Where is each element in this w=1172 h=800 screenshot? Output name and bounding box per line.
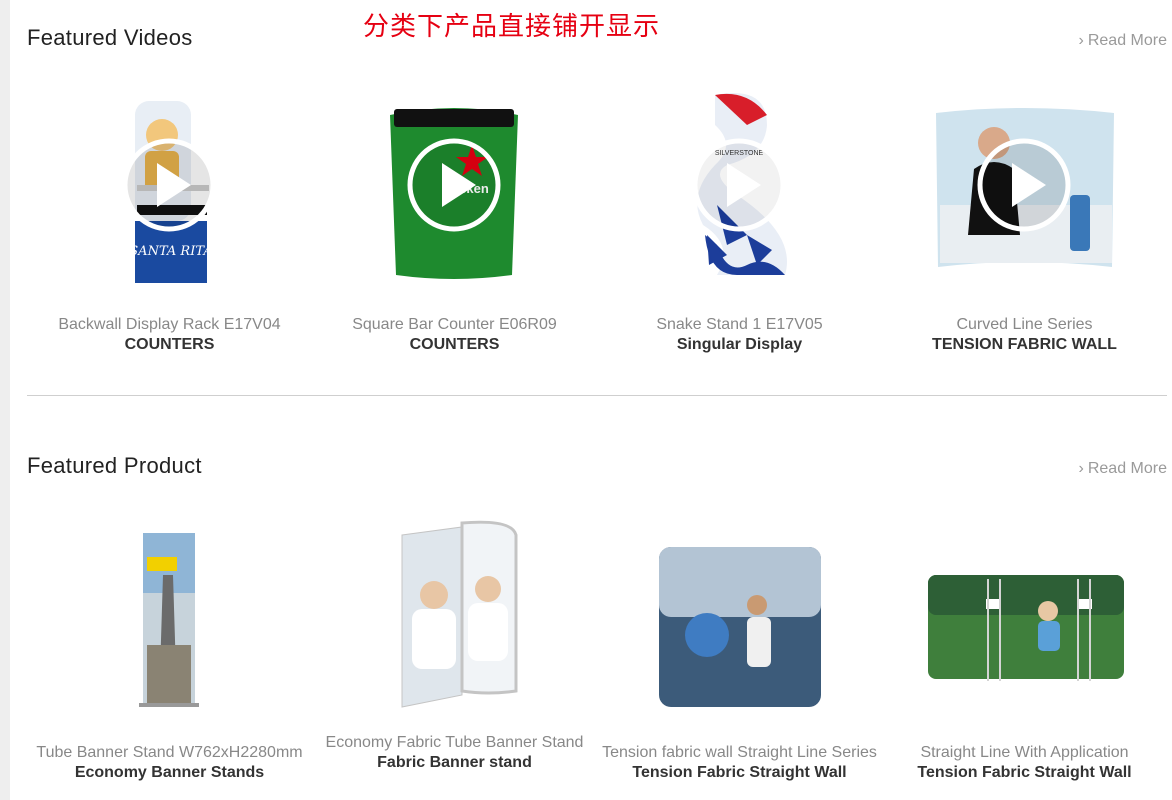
product-thumbnail-image	[401, 520, 518, 708]
video-grid: SANTA RITA Backwall Display Rack E17V04 …	[27, 25, 1167, 385]
video-name[interactable]: Snake Stand 1 E17V05	[597, 315, 882, 335]
video-thumbnail-image	[936, 108, 1114, 267]
video-thumbnail[interactable]	[882, 85, 1167, 305]
product-category[interactable]: Economy Banner Stands	[27, 763, 312, 783]
product-name[interactable]: Tension fabric wall Straight Line Series	[597, 743, 882, 763]
video-caption: Curved Line Series TENSION FABRIC WALL	[882, 315, 1167, 355]
video-category[interactable]: TENSION FABRIC WALL	[882, 335, 1167, 355]
product-thumbnail-image	[928, 575, 1124, 681]
product-caption: Tension fabric wall Straight Line Series…	[597, 743, 882, 783]
video-thumbnail-image: SILVERSTONE	[692, 93, 787, 275]
product-category[interactable]: Fabric Banner stand	[312, 753, 597, 773]
product-caption: Economy Fabric Tube Banner Stand Fabric …	[312, 733, 597, 773]
video-category[interactable]: Singular Display	[597, 335, 882, 355]
product-thumbnail[interactable]	[882, 515, 1167, 725]
video-caption: Backwall Display Rack E17V04 COUNTERS	[27, 315, 312, 355]
product-name[interactable]: Tube Banner Stand W762xH2280mm	[27, 743, 312, 763]
product-thumbnail[interactable]	[312, 515, 597, 725]
video-caption: Snake Stand 1 E17V05 Singular Display	[597, 315, 882, 355]
video-thumbnail[interactable]: neken	[312, 85, 597, 305]
section-divider	[27, 395, 1167, 396]
video-thumbnail-image: SANTA RITA	[122, 101, 216, 283]
product-category[interactable]: Tension Fabric Straight Wall	[597, 763, 882, 783]
video-thumbnail[interactable]: SANTA RITA	[27, 85, 312, 305]
product-thumbnail[interactable]	[597, 515, 882, 725]
product-caption: Straight Line With Application Tension F…	[882, 743, 1167, 783]
svg-text:SANTA RITA: SANTA RITA	[129, 244, 212, 259]
video-name[interactable]: Curved Line Series	[882, 315, 1167, 335]
video-thumbnail-image: neken	[390, 108, 518, 279]
video-thumbnail[interactable]: SILVERSTONE	[597, 85, 882, 305]
video-caption: Square Bar Counter E06R09 COUNTERS	[312, 315, 597, 355]
video-name[interactable]: Backwall Display Rack E17V04	[27, 315, 312, 335]
product-name[interactable]: Economy Fabric Tube Banner Stand	[312, 733, 597, 753]
featured-product-section: Featured Product › Read More Tube Banner …	[27, 453, 1167, 793]
product-category[interactable]: Tension Fabric Straight Wall	[882, 763, 1167, 783]
left-page-strip	[0, 0, 10, 800]
video-name[interactable]: Square Bar Counter E06R09	[312, 315, 597, 335]
product-thumbnail[interactable]	[27, 515, 312, 725]
video-category[interactable]: COUNTERS	[312, 335, 597, 355]
product-caption: Tube Banner Stand W762xH2280mm Economy B…	[27, 743, 312, 783]
product-grid: Tube Banner Stand W762xH2280mm Economy B…	[27, 453, 1167, 793]
product-name[interactable]: Straight Line With Application	[882, 743, 1167, 763]
video-category[interactable]: COUNTERS	[27, 335, 312, 355]
product-thumbnail-image	[659, 547, 821, 707]
product-thumbnail-image	[139, 533, 199, 707]
featured-videos-section: Featured Videos ›Read More SANTA RITA B	[27, 25, 1167, 385]
